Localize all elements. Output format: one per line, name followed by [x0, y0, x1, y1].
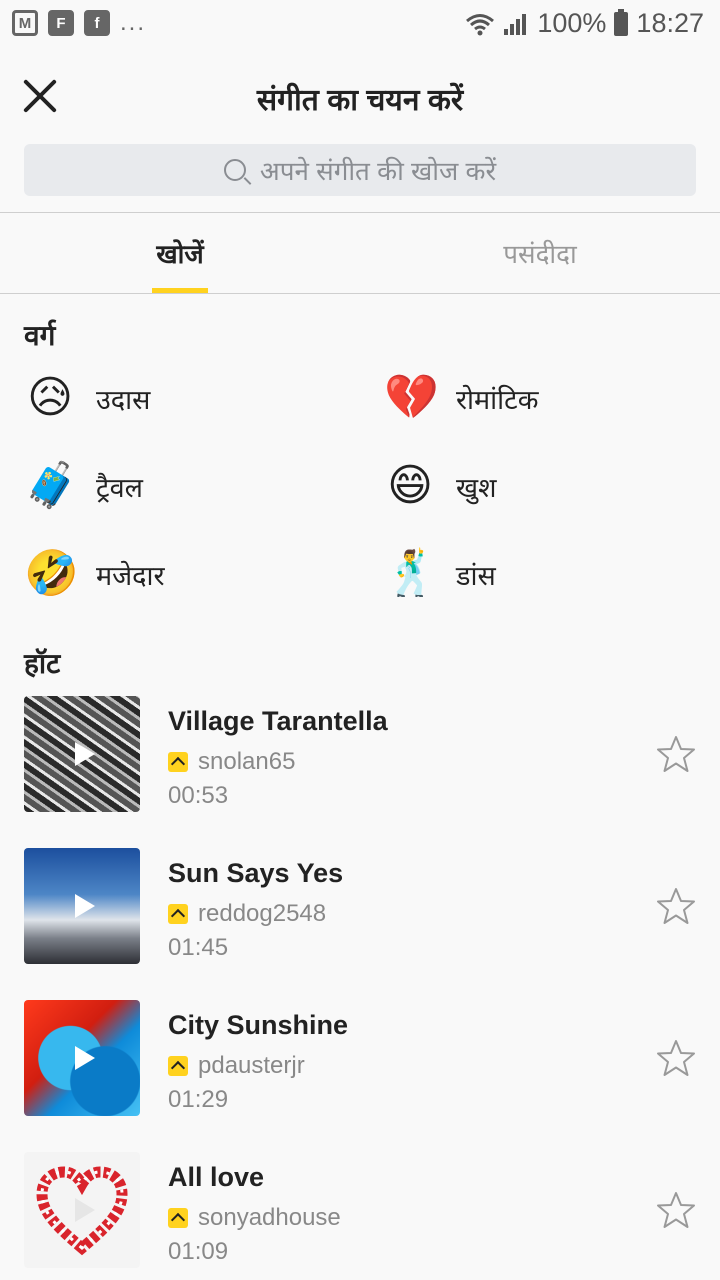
category-label: खुश: [456, 472, 497, 503]
category-sad[interactable]: 😥 उदास: [24, 368, 150, 428]
sad-emoji-icon: 😥: [27, 373, 73, 422]
user-badge-icon: [168, 904, 188, 924]
star-icon[interactable]: [656, 734, 696, 774]
track-duration: 01:45: [168, 934, 229, 961]
track-username: sonyadhouse: [198, 1204, 341, 1231]
category-label: उदास: [96, 384, 151, 415]
overflow-indicator: ...: [120, 9, 147, 36]
track-user: snolan65: [168, 748, 295, 776]
track-username: reddog2548: [198, 900, 327, 927]
track-thumbnail[interactable]: [24, 1152, 140, 1268]
tab-label: पसंदीदा: [503, 239, 577, 269]
category-travel[interactable]: 🧳 ट्रैवल: [24, 456, 143, 516]
laughing-emoji-icon: 🤣: [24, 549, 79, 598]
clock: 18:27: [636, 8, 704, 38]
track-duration: 01:09: [168, 1238, 229, 1265]
battery-icon: [614, 8, 629, 36]
status-bar: M F f ... 100% 18:27: [0, 0, 720, 50]
flipboard-icon: F: [48, 10, 74, 36]
notification-icons: M F f ...: [12, 10, 146, 36]
track-title: All love: [168, 1162, 265, 1192]
category-label: डांस: [456, 560, 496, 591]
user-badge-icon: [168, 1208, 188, 1228]
play-icon: [75, 894, 95, 918]
star-icon[interactable]: [656, 1190, 696, 1230]
track-thumbnail[interactable]: [24, 1000, 140, 1116]
track-duration: 00:53: [168, 782, 229, 809]
wifi-icon: [466, 13, 495, 35]
hot-heading: हॉट: [24, 648, 61, 679]
track-username: pdausterjr: [198, 1052, 305, 1079]
tab-bar: खोजें पसंदीदा: [0, 213, 720, 293]
track-title: Sun Says Yes: [168, 858, 344, 888]
categories-heading: वर्ग: [24, 320, 56, 351]
play-icon: [75, 1046, 95, 1070]
category-romantic[interactable]: 💔 रोमांटिक: [384, 368, 539, 428]
category-label: ट्रैवल: [96, 472, 143, 503]
track-user: pdausterjr: [168, 1052, 305, 1080]
play-icon: [75, 1198, 95, 1222]
tab-search[interactable]: खोजें: [0, 213, 360, 293]
track-row[interactable]: City Sunshine pdausterjr 01:29: [24, 1000, 696, 1116]
search-icon: [223, 159, 246, 181]
signal-icon: [504, 13, 527, 35]
search-input[interactable]: अपने संगीत की खोज करें: [24, 144, 696, 196]
track-thumbnail[interactable]: [24, 848, 140, 964]
system-status: 100% 18:27: [465, 8, 704, 39]
track-title: City Sunshine: [168, 1010, 349, 1040]
happy-emoji-icon: 😄: [387, 461, 433, 510]
user-badge-icon: [168, 752, 188, 772]
category-happy[interactable]: 😄 खुश: [384, 456, 496, 516]
divider: [0, 293, 720, 294]
track-duration: 01:29: [168, 1086, 229, 1113]
luggage-emoji-icon: 🧳: [24, 461, 79, 510]
track-row[interactable]: Village Tarantella snolan65 00:53: [24, 696, 696, 812]
track-title: Village Tarantella: [168, 706, 388, 736]
category-funny[interactable]: 🤣 मजेदार: [24, 544, 165, 604]
track-username: snolan65: [198, 748, 296, 775]
track-user: reddog2548: [168, 900, 326, 928]
gmail-icon: M: [12, 10, 38, 36]
star-icon[interactable]: [656, 886, 696, 926]
category-label: रोमांटिक: [456, 384, 539, 415]
tab-label: खोजें: [156, 239, 204, 269]
track-row[interactable]: Sun Says Yes reddog2548 01:45: [24, 848, 696, 964]
category-label: मजेदार: [96, 560, 165, 591]
track-row[interactable]: All love sonyadhouse 01:09: [24, 1152, 696, 1268]
romantic-emoji-icon: 💔: [384, 373, 439, 422]
search-placeholder: अपने संगीत की खोज करें: [259, 156, 497, 186]
tab-favorites[interactable]: पसंदीदा: [360, 213, 720, 293]
star-icon[interactable]: [656, 1038, 696, 1078]
track-thumbnail[interactable]: [24, 696, 140, 812]
facebook-icon: f: [84, 10, 110, 36]
track-user: sonyadhouse: [168, 1204, 341, 1232]
category-dance[interactable]: 🕺 डांस: [384, 544, 496, 604]
user-badge-icon: [168, 1056, 188, 1076]
page-title: संगीत का चयन करें: [256, 84, 464, 117]
battery-percent: 100%: [537, 8, 607, 38]
play-icon: [75, 742, 95, 766]
dancer-emoji-icon: 🕺: [384, 549, 439, 598]
